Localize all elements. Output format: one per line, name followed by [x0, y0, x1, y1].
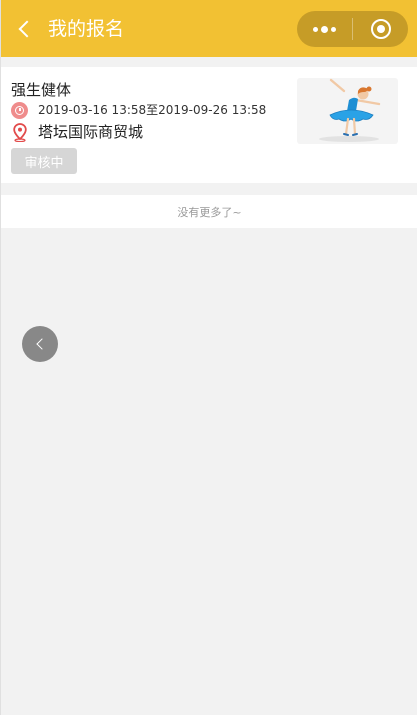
location-pin-svg [12, 122, 27, 142]
clock-icon [11, 101, 28, 119]
screen: 我的报名 强生健体 2019-03-16 13:58至2019-09-26 13… [0, 0, 417, 715]
status-badge: 审核中 [11, 148, 77, 174]
back-button[interactable] [9, 14, 39, 44]
time-range: 2019-03-16 13:58至2019-09-26 13:58 [38, 103, 267, 117]
clock-face [15, 105, 24, 115]
page-title: 我的报名 [48, 18, 125, 40]
activity-title: 强生健体 [11, 81, 72, 99]
chevron-left-icon [18, 20, 36, 38]
activity-thumbnail [297, 78, 398, 144]
more-button[interactable] [297, 11, 352, 47]
target-icon-center [376, 25, 385, 33]
location-name: 塔坛国际商贸城 [38, 123, 144, 141]
target-icon [370, 19, 391, 39]
floating-back-button[interactable] [22, 326, 58, 362]
mini-program-capsule [297, 11, 408, 47]
more-dots-icon-center [321, 25, 328, 33]
navigation-bar: 我的报名 [1, 0, 417, 57]
time-row: 2019-03-16 13:58至2019-09-26 13:58 [11, 101, 266, 119]
no-more-text: 没有更多了~ [1, 195, 417, 228]
registration-card[interactable]: 强生健体 2019-03-16 13:58至2019-09-26 13:58 塔… [1, 67, 417, 183]
chevron-left-icon [35, 338, 48, 350]
ballerina-illustration [319, 78, 381, 142]
more-dots-icon [313, 26, 318, 32]
location-row: 塔坛国际商贸城 [11, 121, 143, 143]
more-dots-icon-right [331, 26, 336, 32]
close-button[interactable] [353, 11, 408, 47]
location-pin-icon [11, 122, 28, 142]
